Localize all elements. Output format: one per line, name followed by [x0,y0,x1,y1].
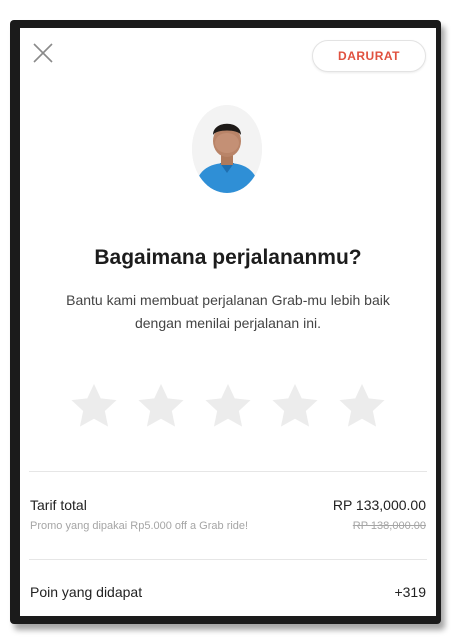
points-label: Poin yang didapat [30,584,143,600]
rating-title: Bagaimana perjalananmu? [94,246,362,269]
original-fare: RP 138,000.00 [352,520,426,532]
rating-subtitle-line1: Bantu kami membuat perjalanan Grab-mu le… [66,292,390,308]
rating-screen: DARURAT Bagaimana perjalananmu? Bantu ka… [20,28,436,616]
divider [29,559,427,560]
fare-label: Tarif total [30,497,87,513]
points-value: +319 [394,584,426,600]
star-3-icon[interactable] [202,380,254,432]
promo-text: Promo yang dipakai Rp5.000 off a Grab ri… [30,520,249,532]
fare-value: RP 133,000.00 [332,497,426,513]
close-icon [33,43,53,63]
close-button[interactable] [32,42,54,64]
avatar-photo [192,105,262,193]
rating-subtitle-line2: dengan menilai perjalanan ini. [134,315,322,331]
emergency-button[interactable]: DARURAT [312,40,426,72]
star-5-icon[interactable] [336,380,388,432]
divider [29,471,427,472]
driver-avatar [192,105,262,193]
emergency-button-label: DARURAT [338,49,400,63]
star-rating [68,380,388,432]
rating-subtitle: Bantu kami membuat perjalanan Grab-mu le… [28,289,428,335]
star-2-icon[interactable] [135,380,187,432]
star-1-icon[interactable] [68,380,120,432]
star-4-icon[interactable] [269,380,321,432]
